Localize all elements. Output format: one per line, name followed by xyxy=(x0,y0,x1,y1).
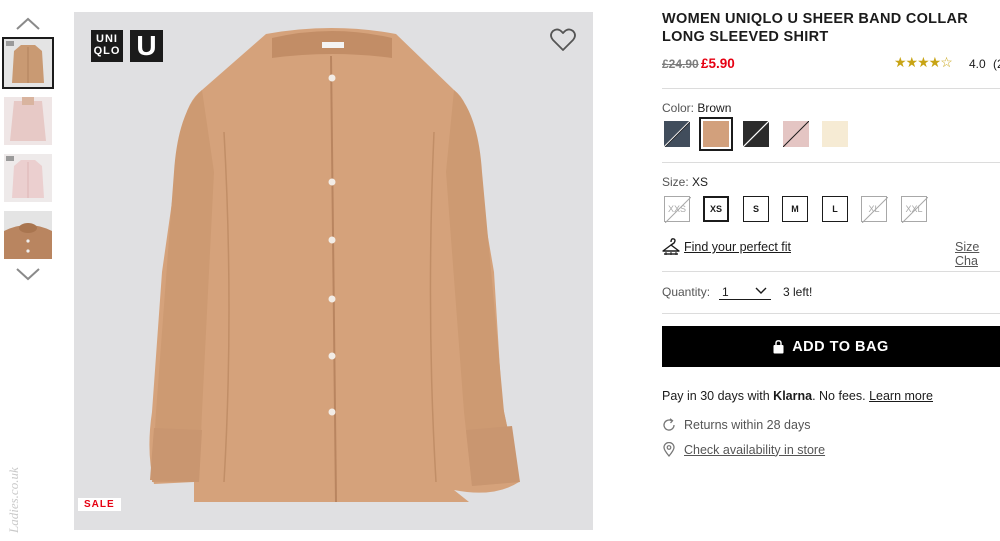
quantity-label: Quantity: xyxy=(662,285,711,299)
uniqlo-u-logo: U xyxy=(130,30,163,62)
product-title: WOMEN UNIQLO U SHEER BAND COLLAR LONG SL… xyxy=(662,11,969,45)
size-option-xxs[interactable]: XXS xyxy=(664,196,691,223)
swatch-pink-graphic xyxy=(783,121,809,147)
check-availability-link[interactable]: Check availability in store xyxy=(684,443,825,457)
size-option-label: XS xyxy=(709,204,722,214)
chevron-down-icon xyxy=(755,287,767,294)
watermark-graphic: Ladies.co.uk xyxy=(6,467,21,534)
klarna-prefix: Pay in 30 days with xyxy=(662,389,774,403)
divider xyxy=(662,271,1000,272)
unavailable-slash-icon xyxy=(902,197,928,223)
size-label-text: Size: xyxy=(662,175,689,189)
svg-text:Ladies.co.uk: Ladies.co.uk xyxy=(6,467,21,534)
learn-more-link[interactable]: Learn more xyxy=(869,389,933,403)
color-value: Brown xyxy=(697,101,732,115)
swatch-navy[interactable] xyxy=(664,121,690,147)
swatch-navy-graphic xyxy=(664,121,690,147)
divider xyxy=(662,88,1000,89)
size-option-label: M xyxy=(791,204,799,214)
shirt-illustration xyxy=(149,28,520,503)
rating-value: 4.0 xyxy=(969,57,986,71)
swatch-brown-graphic xyxy=(703,121,729,147)
thumbnail-4[interactable] xyxy=(4,211,52,259)
size-option-label: S xyxy=(752,204,759,214)
size-option-xs[interactable]: XS xyxy=(703,196,729,222)
thumbnail-video-indicator xyxy=(6,156,14,161)
thumbnails-up-arrow[interactable] xyxy=(14,16,42,32)
returns-text: Returns within 28 days xyxy=(684,418,811,432)
klarna-brand: Klarna xyxy=(773,389,813,403)
add-to-bag-button[interactable]: ADD TO BAG xyxy=(662,326,1000,367)
thumbnail-4-image xyxy=(4,211,52,259)
chevron-up-icon xyxy=(16,17,40,30)
quantity-select[interactable]: 1 xyxy=(719,283,771,300)
wishlist-heart-button[interactable] xyxy=(550,28,576,52)
size-option-m[interactable]: M xyxy=(782,196,808,222)
store-availability: Check availability in store xyxy=(662,442,825,457)
thumbnail-video-indicator xyxy=(6,41,14,46)
size-option-s[interactable]: S xyxy=(743,196,769,222)
size-option-l[interactable]: L xyxy=(822,196,848,222)
rating-count[interactable]: (2 xyxy=(993,57,1000,71)
hanger-icon xyxy=(662,238,680,255)
size-option-label: L xyxy=(832,204,838,214)
thumbnails-down-arrow[interactable] xyxy=(14,266,42,282)
bag-icon xyxy=(773,339,784,353)
thumbnail-1-image xyxy=(4,39,52,87)
klarna-suffix: . No fees. xyxy=(812,389,870,403)
returns-info: Returns within 28 days xyxy=(662,418,810,432)
sale-badge: SALE xyxy=(78,498,121,511)
swatch-off-white[interactable] xyxy=(822,121,848,147)
unavailable-slash-icon xyxy=(665,197,691,223)
thumbnail-1[interactable] xyxy=(2,37,54,89)
size-value: XS xyxy=(692,175,709,189)
swatch-pink[interactable] xyxy=(783,121,809,147)
uniqlo-logo: UNI QLO xyxy=(91,30,123,62)
thumbnail-3-image xyxy=(4,154,52,202)
divider xyxy=(662,162,1000,163)
find-your-fit-link[interactable]: Find your perfect fit xyxy=(684,240,791,254)
quantity-value: 1 xyxy=(722,285,729,299)
original-price: £24.90 xyxy=(662,57,699,71)
returns-icon xyxy=(663,418,675,431)
heart-icon xyxy=(550,28,576,51)
size-chart-link[interactable]: Size Cha xyxy=(955,240,1000,268)
color-label-text: Color: xyxy=(662,101,695,115)
size-label: Size: XS xyxy=(662,175,708,189)
main-product-image[interactable]: UNI QLO U SALE xyxy=(74,12,593,530)
swatch-brown[interactable] xyxy=(699,117,733,151)
klarna-message: Pay in 30 days with Klarna. No fees. Lea… xyxy=(662,389,933,403)
fit-finder-icon-wrap xyxy=(662,236,680,261)
size-option-xxl[interactable]: XXL xyxy=(901,196,928,223)
chevron-down-icon xyxy=(16,268,40,281)
swatch-off-white-graphic xyxy=(822,121,848,147)
rating-stars[interactable]: ★★★★☆ xyxy=(894,54,953,71)
size-option-xl[interactable]: XL xyxy=(861,196,888,223)
divider xyxy=(662,313,1000,314)
location-pin-icon xyxy=(663,442,675,457)
stock-count: 3 left! xyxy=(783,285,813,299)
watermark: Ladies.co.uk xyxy=(4,415,24,535)
thumbnail-2[interactable] xyxy=(4,97,52,145)
thumbnail-2-image xyxy=(4,97,52,145)
add-to-bag-label: ADD TO BAG xyxy=(792,338,889,355)
thumbnail-3[interactable] xyxy=(4,154,52,202)
sale-price: £5.90 xyxy=(701,56,735,71)
unavailable-slash-icon xyxy=(862,197,888,223)
swatch-black[interactable] xyxy=(743,121,769,147)
swatch-black-graphic xyxy=(743,121,769,147)
color-label: Color: Brown xyxy=(662,101,731,115)
